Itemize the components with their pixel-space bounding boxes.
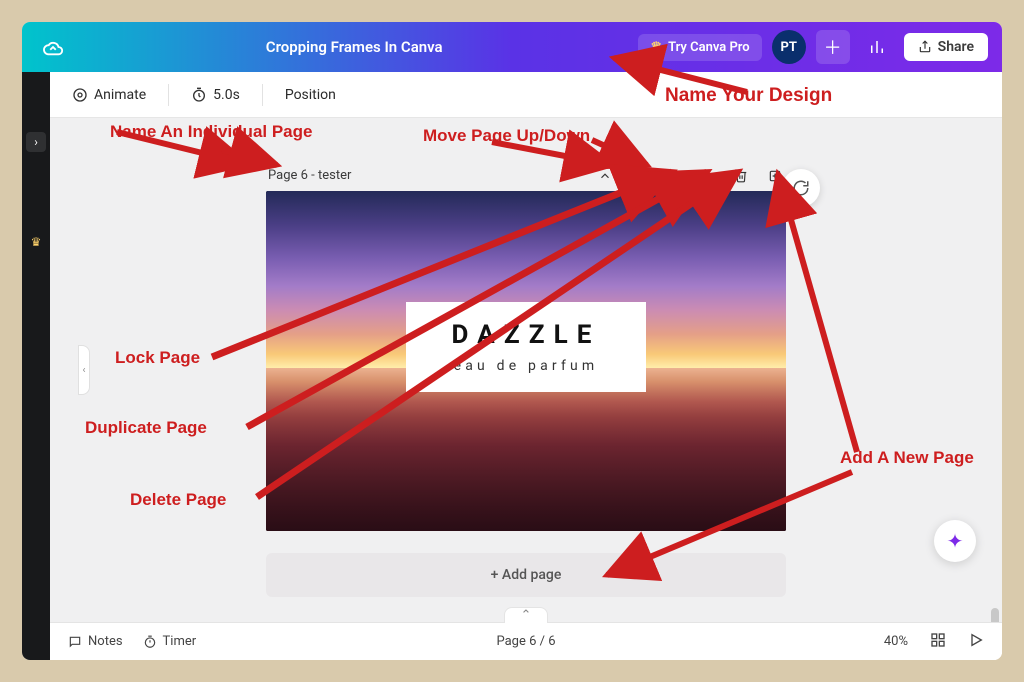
position-button[interactable]: Position	[277, 83, 344, 107]
magic-button[interactable]: ✦	[934, 520, 976, 562]
analytics-icon[interactable]	[860, 30, 894, 64]
share-label: Share	[938, 39, 974, 55]
element-refresh-button[interactable]	[782, 169, 820, 207]
move-down-icon[interactable]	[630, 169, 648, 183]
add-page-icon[interactable]	[766, 169, 784, 183]
page-canvas-wrap: DAZZLE eau de parfum	[266, 191, 786, 531]
notes-label: Notes	[88, 634, 123, 649]
brand-subtitle: eau de parfum	[430, 358, 622, 374]
app-body: › ♛ Animate 5.0s Position	[22, 72, 1002, 660]
canvas-area: Page 6 - tester	[50, 118, 1002, 622]
cloud-sync-icon[interactable]	[36, 30, 70, 64]
try-pro-label: Try Canva Pro	[668, 40, 750, 55]
footer-expand-tab[interactable]: ⌃	[504, 607, 548, 623]
share-button[interactable]: Share	[904, 33, 988, 61]
toolbar-divider-2	[262, 84, 263, 106]
main-panel: Animate 5.0s Position Page 6 - tester	[50, 72, 1002, 660]
panel-expand-handle[interactable]: ‹	[78, 345, 90, 395]
try-pro-button[interactable]: ♛ Try Canva Pro	[638, 34, 761, 61]
left-sidebar: › ♛	[22, 72, 50, 660]
page-canvas[interactable]: DAZZLE eau de parfum	[266, 191, 786, 531]
animate-button[interactable]: Animate	[64, 83, 154, 107]
notes-button[interactable]: Notes	[68, 634, 123, 649]
vertical-scrollbar[interactable]	[991, 178, 999, 584]
page-icons	[596, 169, 784, 183]
animate-label: Animate	[94, 87, 146, 103]
add-page-button[interactable]: + Add page	[266, 553, 786, 597]
avatar[interactable]: PT	[772, 30, 806, 64]
zoom-level[interactable]: 40%	[884, 634, 908, 649]
duplicate-page-icon[interactable]	[698, 169, 716, 183]
position-label: Position	[285, 87, 336, 103]
top-header: Cropping Frames In Canva ♛ Try Canva Pro…	[22, 22, 1002, 72]
present-icon[interactable]	[968, 632, 984, 652]
brand-title: DAZZLE	[430, 320, 622, 350]
design-title[interactable]: Cropping Frames In Canva	[82, 38, 626, 56]
add-button[interactable]: ＋	[816, 30, 850, 64]
delete-page-icon[interactable]	[732, 169, 750, 183]
text-box[interactable]: DAZZLE eau de parfum	[406, 302, 646, 392]
add-page-label: + Add page	[491, 567, 562, 583]
app-window: Cropping Frames In Canva ♛ Try Canva Pro…	[22, 22, 1002, 660]
duration-label: 5.0s	[213, 87, 240, 103]
grid-view-icon[interactable]	[930, 632, 946, 652]
crown-icon: ♛	[650, 40, 662, 55]
move-up-icon[interactable]	[596, 169, 614, 183]
bottom-bar: ⌃ Notes Timer Page 6 / 6 40%	[50, 622, 1002, 660]
page-name-input[interactable]: Page 6 - tester	[268, 168, 351, 183]
lock-page-icon[interactable]	[664, 169, 682, 183]
page-header-row: Page 6 - tester	[266, 168, 786, 191]
sidebar-item-3[interactable]	[26, 332, 46, 352]
duration-button[interactable]: 5.0s	[183, 83, 248, 107]
page-indicator: Page 6 / 6	[496, 634, 555, 649]
sidebar-item-crown[interactable]: ♛	[26, 232, 46, 252]
timer-button[interactable]: Timer	[143, 634, 197, 649]
toolbar-divider	[168, 84, 169, 106]
sidebar-item-1[interactable]: ›	[26, 132, 46, 152]
timer-label: Timer	[163, 634, 197, 649]
editor-toolbar: Animate 5.0s Position	[50, 72, 1002, 118]
